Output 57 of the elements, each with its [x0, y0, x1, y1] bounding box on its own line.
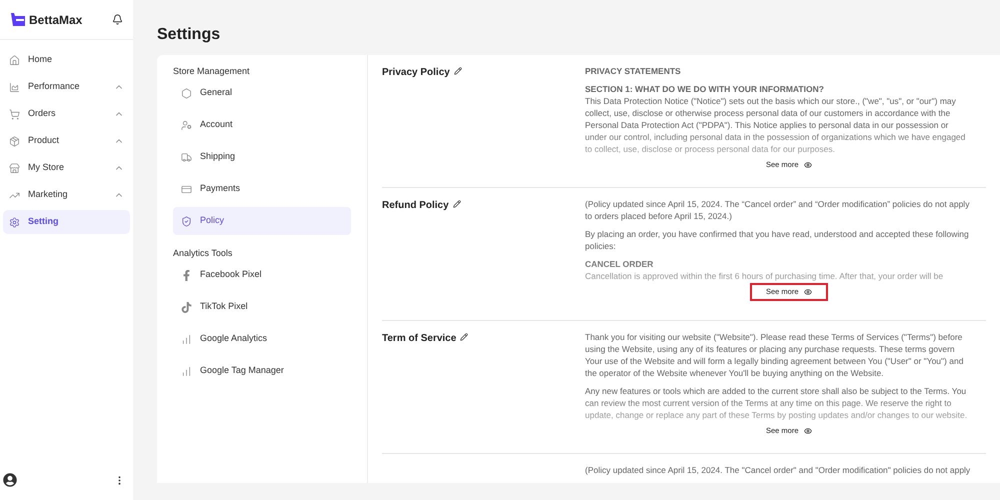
policy-title: Privacy Policy: [382, 66, 450, 80]
sidebar-item[interactable]: My Store: [3, 156, 130, 180]
brand-name: BettaMax: [29, 12, 82, 28]
bell-icon[interactable]: [112, 14, 123, 25]
edit-icon[interactable]: [460, 333, 468, 341]
settings-nav-item[interactable]: Account: [173, 111, 351, 139]
chart-icon: [9, 82, 20, 92]
hexagon-icon: [181, 88, 192, 98]
settings-nav-item[interactable]: Google Analytics: [173, 325, 351, 353]
edit-icon[interactable]: [454, 67, 462, 75]
home-icon: [9, 54, 20, 66]
sidebar-item[interactable]: Product: [3, 129, 130, 153]
bars-icon: [181, 334, 192, 344]
logo-icon: [10, 12, 26, 28]
group-heading: Analytics Tools: [173, 247, 234, 260]
user-gear-icon: [181, 120, 192, 130]
policy-text: This Data Protection Notice ("Notice") sets out the basis which our store., ("we", "us", or "our") may collect, use, disclose or otherwise process personal data of our customers in accordance with the Personal Data Protection Act ("PDPA"). This Notice applies to personal data in our possession or under our control, including personal data in the possession of organizations which we have engaged to collect, use, disclose or process personal data for our purposes.: [585, 95, 966, 155]
settings-nav-item[interactable]: Policy: [173, 207, 351, 235]
box-icon: [9, 136, 20, 146]
sidebar-item[interactable]: Home: [3, 48, 130, 72]
policy-text: Any new features or tools which are added to the current store shall also be subject to the Terms. You can review the most current version of the Terms at any time on this page. We reserve the right to update, change or replace any part of these Terms by posting updates and/or changes to our website.: [585, 385, 968, 421]
settings-nav-item[interactable]: Facebook Pixel: [173, 261, 351, 289]
facebook-icon: [181, 270, 192, 280]
eye-icon: [804, 161, 812, 169]
sidebar-item[interactable]: Orders: [3, 102, 130, 126]
settings-nav-item[interactable]: Shipping: [173, 143, 351, 171]
shield-icon: [181, 216, 192, 226]
policy-text: (Policy updated since April 15, 2024. The “Cancel order” and “Order modification” policies do not apply to orders placed before April 15, 2024.): [585, 198, 970, 222]
sidebar-item[interactable]: Performance: [3, 75, 130, 99]
section-heading: SECTION 1: WHAT DO WE DO WITH YOUR INFORMATION?: [585, 83, 825, 95]
settings-icon: [9, 216, 20, 228]
policy-title: Refund Policy: [382, 199, 449, 213]
group-heading: Store Management: [173, 65, 251, 78]
policy-title: Term of Service: [382, 332, 456, 346]
eye-icon: [804, 288, 812, 296]
edit-icon[interactable]: [452, 200, 461, 208]
bars-icon: [181, 366, 192, 376]
settings-nav-item[interactable]: Google Tag Manager: [173, 357, 351, 385]
tiktok-icon: [181, 302, 192, 312]
section-heading: CANCEL ORDER: [585, 258, 654, 270]
policy-text: By placing an order, you have confirmed that you have read, understood and accepted these following policies:: [585, 228, 970, 252]
sidebar-item[interactable]: Marketing: [3, 183, 130, 207]
settings-nav-item[interactable]: General: [173, 79, 351, 107]
page-title: Settings: [157, 25, 222, 45]
truck-icon: [181, 152, 192, 162]
avatar-icon[interactable]: [3, 473, 17, 487]
policy-text: Cancellation is approved within the first 6 hours of purchasing time. After that, your order will be: [585, 270, 944, 282]
policy-text: (Policy updated since April 15, 2024. The "Cancel order" and "Order modification" policies do not apply: [585, 464, 971, 476]
cart-icon: [9, 108, 20, 120]
sidebar-item[interactable]: Setting: [3, 210, 130, 234]
settings-nav-item[interactable]: Payments: [173, 175, 351, 203]
settings-nav-item[interactable]: TikTok Pixel: [173, 293, 351, 321]
policy-text: Thank you for visiting our website ("Website"). Please read these Terms of Services ("Terms") before using the Website, using any of its features or placing any purchase requests. These terms govern Your use of the Website and will form a legally binding agreement between You ("User" or "You") and the operator of the Website whenever You'll be buying anything on the Website.: [585, 331, 964, 379]
card-icon: [181, 184, 192, 194]
eye-icon: [804, 427, 812, 435]
store-icon: [9, 162, 20, 174]
section-heading: PRIVACY STATEMENTS: [585, 65, 682, 77]
